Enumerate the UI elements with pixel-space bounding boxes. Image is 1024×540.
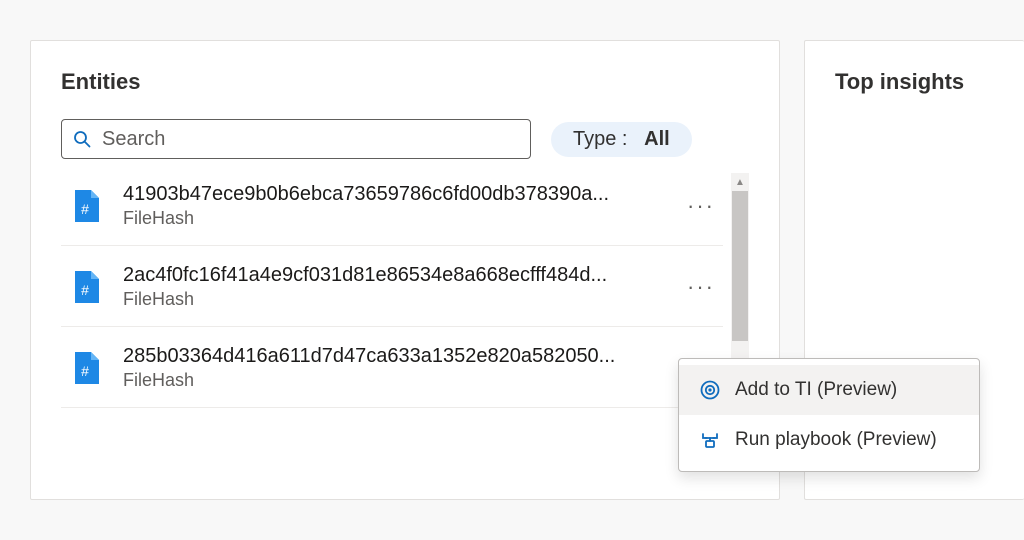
entities-title: Entities [61,69,749,95]
entity-type: FileHash [123,208,657,229]
entity-row[interactable]: # 285b03364d416a611d7d47ca633a1352e820a5… [61,327,723,408]
entity-text: 285b03364d416a611d7d47ca633a1352e820a582… [123,345,657,391]
entities-list: # 41903b47ece9b0b6ebca73659786c6fd00db37… [61,173,749,471]
entity-text: 2ac4f0fc16f41a4e9cf031d81e86534e8a668ecf… [123,264,657,310]
entity-type: FileHash [123,289,657,310]
entity-hash: 2ac4f0fc16f41a4e9cf031d81e86534e8a668ecf… [123,264,657,287]
entity-type: FileHash [123,370,657,391]
menu-item-run-playbook[interactable]: Run playbook (Preview) [679,415,979,465]
search-icon [72,129,92,149]
file-hash-icon: # [73,190,101,222]
svg-text:#: # [81,201,89,217]
entities-controls: Type : All [61,119,749,159]
entity-row[interactable]: # 2ac4f0fc16f41a4e9cf031d81e86534e8a668e… [61,246,723,327]
menu-item-label: Run playbook (Preview) [735,429,937,451]
row-more-button[interactable]: ··· [679,270,723,304]
scroll-up-arrow-icon[interactable]: ▲ [731,173,749,191]
entities-panel: Entities Type : All # 41903b47 [30,40,780,500]
entity-context-menu: Add to TI (Preview) Run playbook (Previe… [678,358,980,472]
file-hash-icon: # [73,271,101,303]
filter-value: All [644,128,670,150]
file-hash-icon: # [73,352,101,384]
entity-text: 41903b47ece9b0b6ebca73659786c6fd00db3783… [123,183,657,229]
menu-item-add-to-ti[interactable]: Add to TI (Preview) [679,365,979,415]
menu-item-label: Add to TI (Preview) [735,379,897,401]
entity-row[interactable]: # 41903b47ece9b0b6ebca73659786c6fd00db37… [61,173,723,246]
entity-hash: 285b03364d416a611d7d47ca633a1352e820a582… [123,345,657,368]
top-insights-title: Top insights [835,69,994,95]
target-icon [699,379,721,401]
search-box[interactable] [61,119,531,159]
type-filter-pill[interactable]: Type : All [551,122,692,157]
filter-label: Type : [573,128,627,150]
svg-text:#: # [81,363,89,379]
svg-text:#: # [81,282,89,298]
row-more-button[interactable]: ··· [679,189,723,223]
search-input[interactable] [102,128,520,151]
scroll-thumb[interactable] [732,191,748,341]
playbook-icon [699,429,721,451]
entity-hash: 41903b47ece9b0b6ebca73659786c6fd00db3783… [123,183,657,206]
